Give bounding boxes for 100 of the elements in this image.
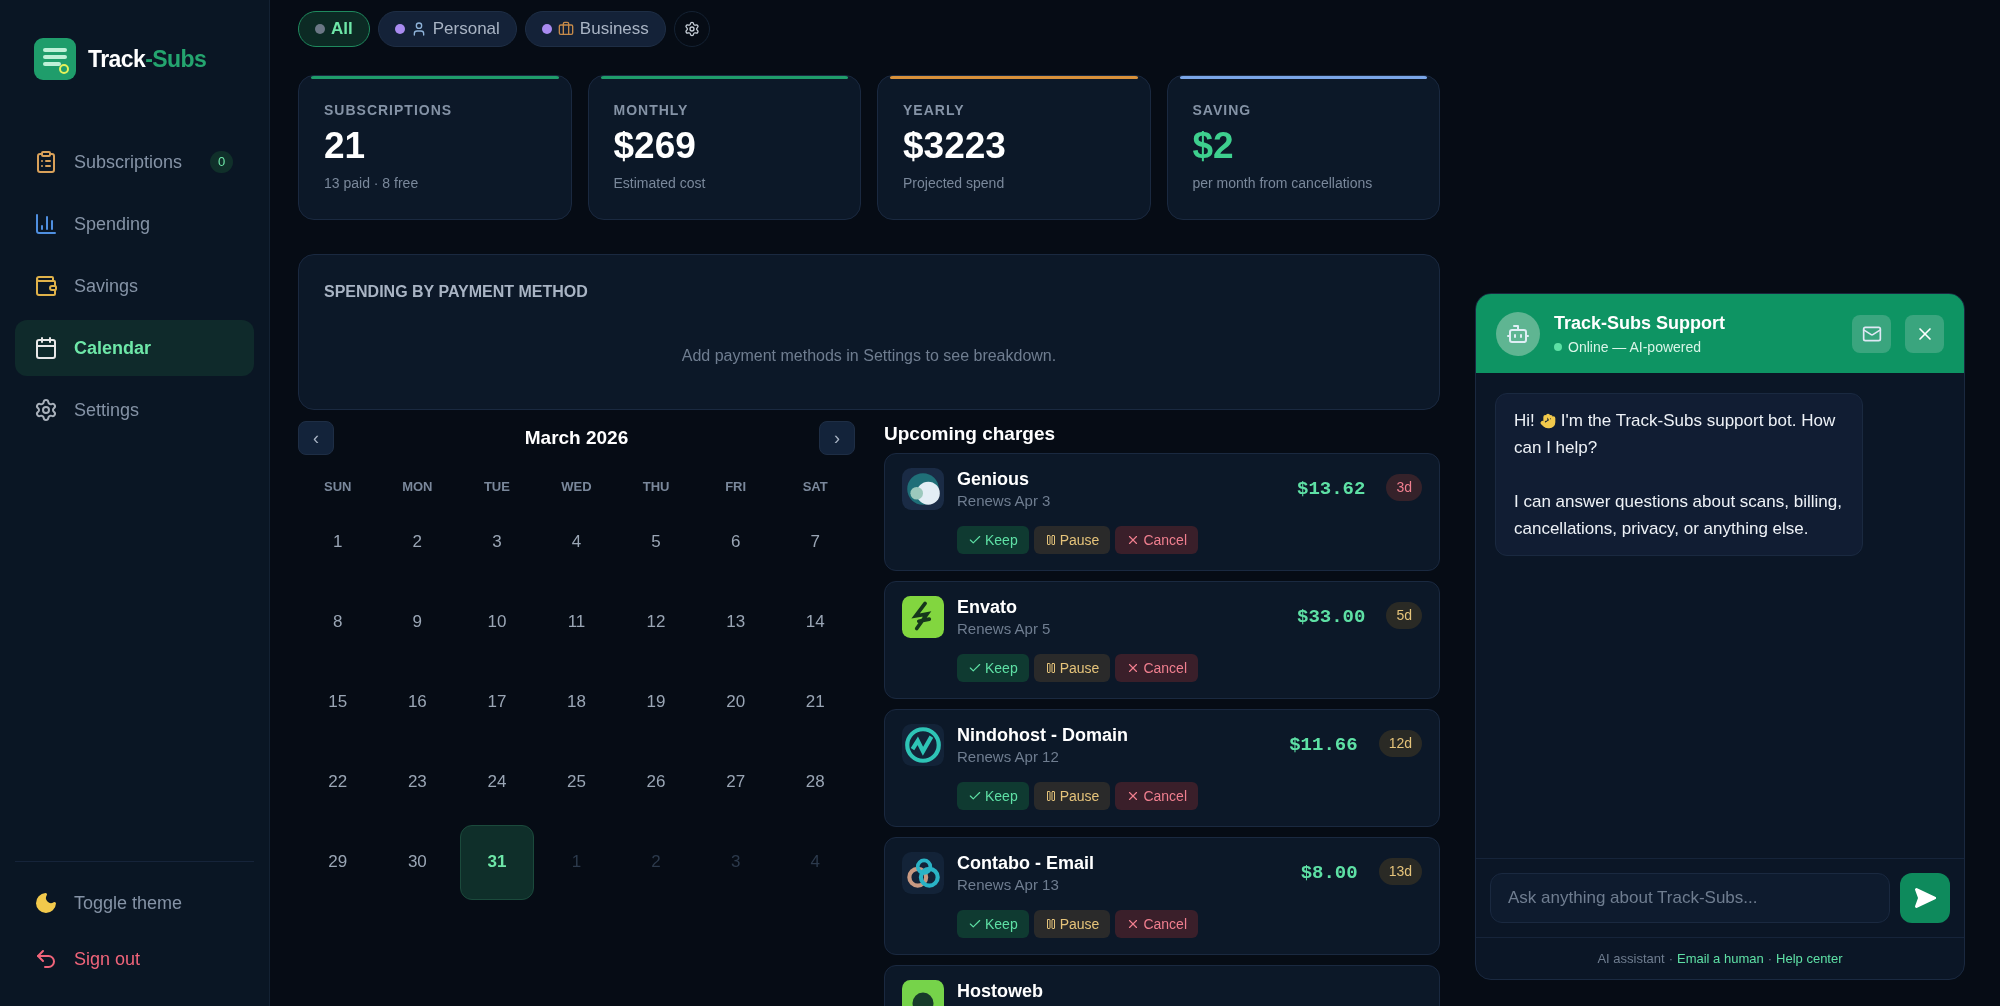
- pause-icon: [1044, 534, 1057, 546]
- calendar-day[interactable]: 22: [301, 744, 375, 820]
- app-logo-icon: [34, 38, 76, 80]
- previous-month-button[interactable]: ‹: [298, 421, 334, 455]
- stat-note: per month from cancellations: [1192, 174, 1374, 193]
- check-icon: [968, 789, 982, 803]
- service-name: Hostoweb: [957, 979, 1044, 1002]
- month-title: March 2026: [524, 425, 629, 450]
- calendar-day[interactable]: 23: [380, 744, 455, 820]
- calendar-day[interactable]: 31: [460, 824, 534, 900]
- weekday-label: SUN: [323, 478, 353, 496]
- check-icon: [968, 917, 982, 931]
- clipboard-icon: [34, 150, 58, 174]
- waving-hand-icon: [1539, 412, 1556, 429]
- calendar-day[interactable]: 5: [619, 504, 693, 580]
- company-logo-icon: [902, 723, 944, 766]
- price: $13.62: [1297, 476, 1366, 502]
- calendar-day[interactable]: 24: [460, 744, 534, 820]
- calendar-day[interactable]: 11: [539, 584, 614, 660]
- calendar-day[interactable]: 29: [301, 824, 375, 900]
- calendar-day[interactable]: 26: [619, 744, 693, 820]
- price: $33.00: [1297, 604, 1366, 630]
- weekday-label: SAT: [801, 478, 829, 496]
- calendar-day[interactable]: 20: [698, 664, 773, 740]
- nav-item[interactable]: Subscriptions 0: [15, 134, 254, 190]
- pause-button[interactable]: Pause: [1033, 526, 1111, 554]
- greeting-text: Hi!: [1514, 410, 1535, 432]
- calendar-day[interactable]: 19: [619, 664, 693, 740]
- brand-name: Track-Subs: [88, 44, 207, 74]
- filter-chip[interactable]: All: [298, 11, 370, 47]
- cancel-button[interactable]: Cancel: [1115, 526, 1198, 554]
- nav-item[interactable]: Spending: [15, 196, 254, 252]
- wallet-icon: [34, 274, 58, 298]
- section-title: Upcoming charges: [884, 422, 1057, 446]
- calendar-day[interactable]: 27: [698, 744, 773, 820]
- nav-item[interactable]: Savings: [15, 258, 254, 314]
- calendar-day[interactable]: 10: [460, 584, 534, 660]
- keep-button[interactable]: Keep: [957, 782, 1029, 810]
- calendar-day[interactable]: 15: [301, 664, 375, 740]
- calendar-day[interactable]: 6: [698, 504, 773, 580]
- price: $11.66: [1289, 732, 1358, 758]
- stat-label: SAVING: [1192, 101, 1253, 120]
- next-month-button[interactable]: ›: [819, 421, 855, 455]
- filter-chip[interactable]: Business: [524, 11, 666, 47]
- calendar-day[interactable]: 30: [380, 824, 455, 900]
- calendar-day[interactable]: 12: [619, 584, 693, 660]
- message-input[interactable]: Ask anything about Track-Subs...: [1490, 873, 1890, 923]
- footer-link[interactable]: Email a human: [1677, 948, 1764, 969]
- calendar-day[interactable]: 2: [380, 504, 455, 580]
- cancel-button[interactable]: Cancel: [1115, 654, 1198, 682]
- theme-toggle-button[interactable]: Toggle theme: [15, 878, 254, 928]
- message-text: I'm the Track-Subs support bot. How: [1560, 410, 1836, 432]
- calendar-day[interactable]: 28: [778, 744, 852, 820]
- pause-button[interactable]: Pause: [1033, 654, 1111, 682]
- send-button[interactable]: [1900, 873, 1950, 923]
- calendar-day[interactable]: 7: [778, 504, 852, 580]
- pause-button[interactable]: Pause: [1033, 782, 1111, 810]
- calendar-day[interactable]: 17: [460, 664, 534, 740]
- pause-icon: [1044, 918, 1057, 930]
- keep-button[interactable]: Keep: [957, 526, 1029, 554]
- weekday-label: TUE: [482, 478, 511, 496]
- bar-chart-icon: [34, 212, 58, 236]
- calendar-day[interactable]: 21: [778, 664, 852, 740]
- service-name: Genious: [957, 467, 1030, 490]
- calendar-day[interactable]: 25: [539, 744, 614, 820]
- calendar-day[interactable]: 8: [301, 584, 375, 660]
- separator: ·: [1668, 949, 1673, 968]
- calendar-day[interactable]: 1: [301, 504, 375, 580]
- calendar-day[interactable]: 16: [380, 664, 455, 740]
- calendar-day[interactable]: 4: [539, 504, 614, 580]
- sign-out-button[interactable]: Sign out: [15, 934, 254, 984]
- pause-button[interactable]: Pause: [1033, 910, 1111, 938]
- cancel-button[interactable]: Cancel: [1115, 782, 1198, 810]
- service-name: Contabo - Email: [957, 851, 1095, 874]
- email-button[interactable]: [1852, 314, 1891, 353]
- keep-button[interactable]: Keep: [957, 910, 1029, 938]
- calendar-day[interactable]: 13: [698, 584, 773, 660]
- calendar-day[interactable]: 18: [539, 664, 614, 740]
- due-badge: 5d: [1386, 601, 1422, 629]
- weekday-label: MON: [401, 478, 434, 496]
- company-logo-icon: [902, 595, 944, 638]
- stat-note: Projected spend: [903, 174, 1006, 193]
- close-button[interactable]: [1905, 314, 1944, 353]
- nav-item[interactable]: Settings: [15, 382, 254, 438]
- calendar-day[interactable]: 3: [460, 504, 534, 580]
- filter-chip[interactable]: Personal: [377, 11, 517, 47]
- stat-value: $269: [613, 124, 697, 168]
- keep-button[interactable]: Keep: [957, 654, 1029, 682]
- stat-value: $2: [1192, 124, 1235, 168]
- calendar-day[interactable]: 9: [380, 584, 455, 660]
- nav-item[interactable]: Calendar: [15, 320, 254, 376]
- stat-label: SUBSCRIPTIONS: [324, 101, 454, 120]
- calendar-day[interactable]: 14: [778, 584, 852, 660]
- cancel-button[interactable]: Cancel: [1115, 910, 1198, 938]
- service-name: Envato: [957, 595, 1018, 618]
- return-arrow-icon: [34, 947, 58, 971]
- message-text: I can answer questions about scans, billing, cancellations, privacy, or anything else.: [1514, 491, 1843, 540]
- renewal-date: Renews Apr 5: [957, 618, 1052, 639]
- company-logo-icon: [902, 467, 944, 510]
- footer-link[interactable]: Help center: [1776, 948, 1843, 969]
